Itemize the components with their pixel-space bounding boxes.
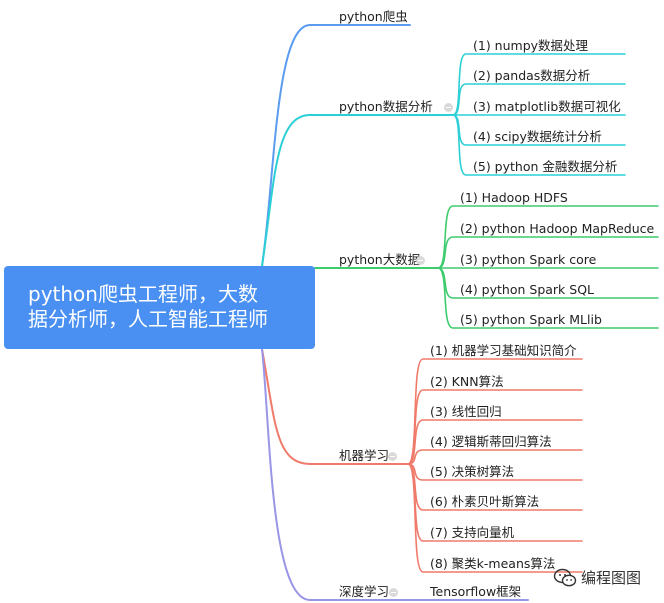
child-label[interactable]: (6) 朴素贝叶斯算法 — [430, 494, 539, 510]
child-label[interactable]: (8) 聚类k-means算法 — [430, 556, 555, 572]
collapse-toggle-icon[interactable] — [388, 452, 397, 461]
branch-label[interactable]: python数据分析 — [339, 99, 433, 115]
branch-connector — [261, 348, 411, 465]
branch-label[interactable]: 深度学习 — [339, 584, 389, 600]
child-label[interactable]: (5) python 金融数据分析 — [473, 159, 617, 175]
collapse-toggle-icon[interactable] — [416, 256, 425, 265]
branch-label[interactable]: python爬虫 — [339, 9, 408, 25]
root-title-line2: 据分析师，人工智能工程师 — [28, 307, 268, 331]
collapse-toggle-icon[interactable] — [389, 588, 398, 597]
branch-label[interactable]: 机器学习 — [339, 448, 389, 464]
branch-connector — [261, 24, 411, 267]
child-label[interactable]: (7) 支持向量机 — [430, 525, 514, 541]
child-label[interactable]: (1) 机器学习基础知识简介 — [430, 343, 577, 359]
child-label[interactable]: (1) numpy数据处理 — [473, 38, 588, 54]
root-title-line1: python爬虫工程师，大数 — [28, 282, 258, 306]
child-label[interactable]: (1) Hadoop HDFS — [460, 190, 568, 206]
wechat-icon — [553, 568, 577, 587]
child-label[interactable]: (3) 线性回归 — [430, 404, 502, 420]
collapse-toggle-icon[interactable] — [444, 103, 453, 112]
child-label[interactable]: (4) scipy数据统计分析 — [473, 129, 602, 145]
child-label[interactable]: (2) KNN算法 — [430, 374, 504, 390]
child-label[interactable]: (2) pandas数据分析 — [473, 68, 590, 84]
branch-label[interactable]: python大数据 — [339, 252, 420, 268]
child-label[interactable]: (3) python Spark core — [460, 252, 596, 268]
root-node[interactable]: python爬虫工程师，大数 据分析师，人工智能工程师 — [4, 266, 315, 349]
child-label[interactable]: Tensorflow框架 — [430, 584, 521, 600]
watermark: 编程图图 — [553, 566, 657, 588]
watermark-text: 编程图图 — [581, 569, 642, 587]
branch-connector — [261, 114, 456, 267]
child-label[interactable]: (3) matplotlib数据可视化 — [473, 99, 621, 115]
child-connector — [407, 389, 583, 465]
child-label[interactable]: (2) python Hadoop MapReduce — [460, 221, 654, 237]
child-label[interactable]: (5) python Spark MLlib — [460, 312, 602, 328]
child-label[interactable]: (4) 逻辑斯蒂回归算法 — [430, 434, 552, 450]
child-label[interactable]: (5) 决策树算法 — [430, 464, 514, 480]
child-connector — [407, 449, 583, 465]
child-label[interactable]: (4) python Spark SQL — [460, 282, 594, 298]
